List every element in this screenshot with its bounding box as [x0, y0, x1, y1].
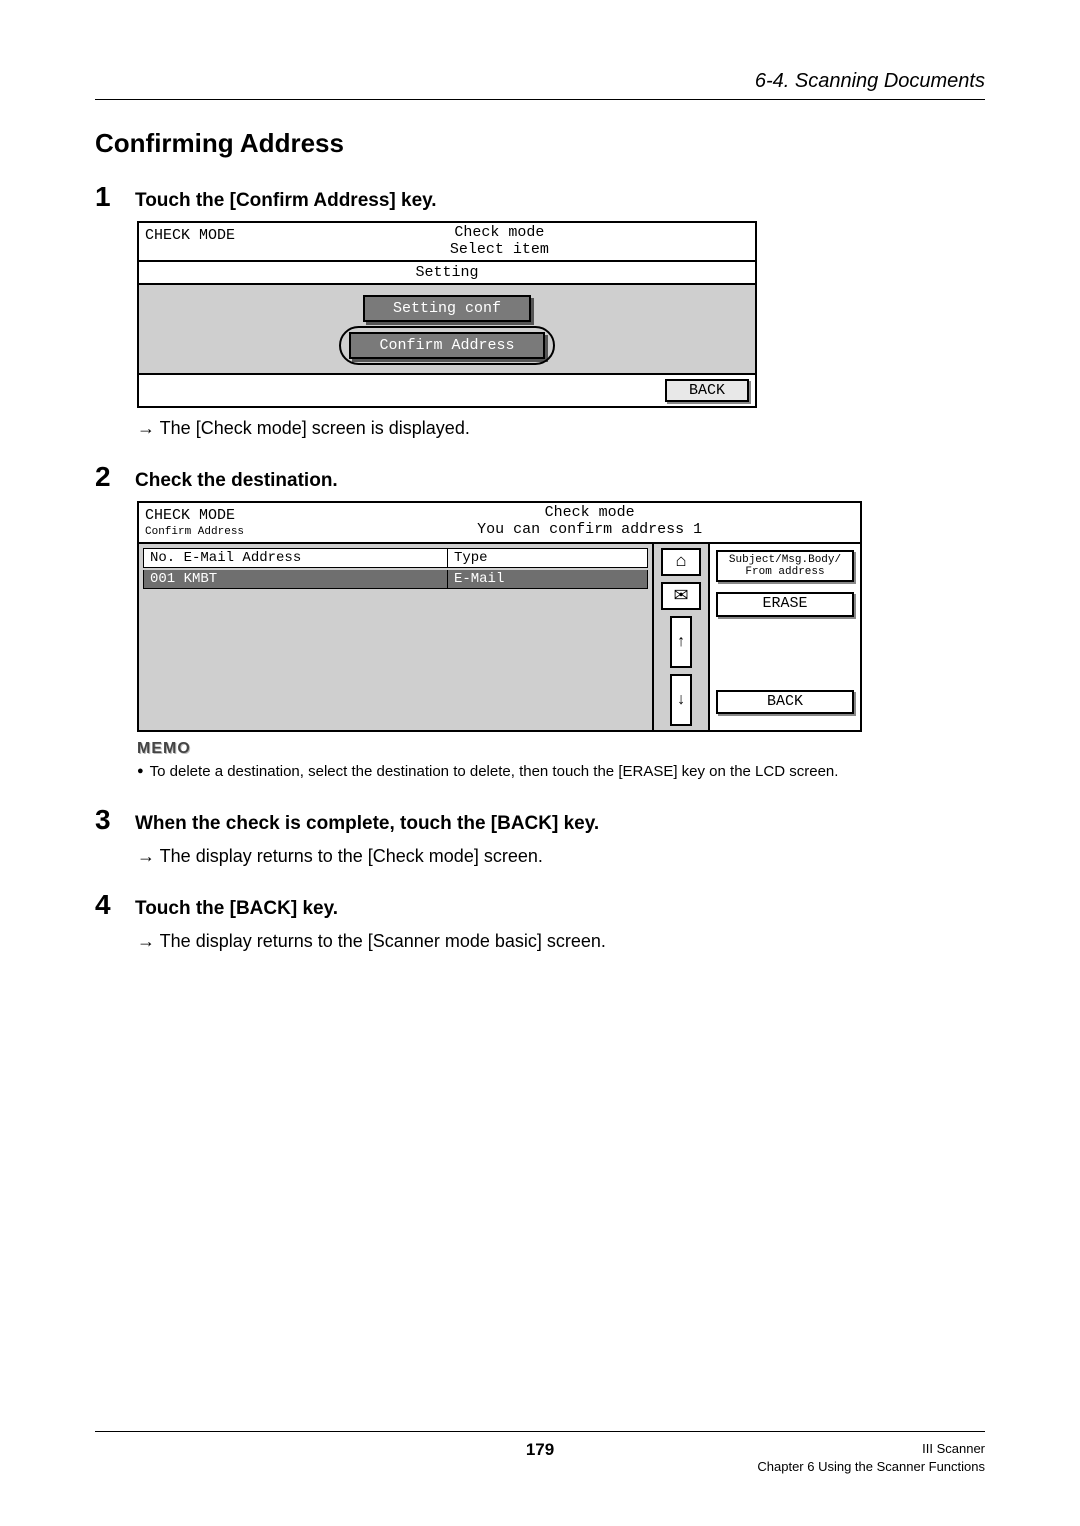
scroll-up-button[interactable]: ↑ [670, 616, 692, 668]
panel2-mode-sub: Confirm Address [145, 526, 385, 538]
setting-conf-button[interactable]: Setting conf [363, 295, 531, 322]
page-number: 179 [392, 1440, 689, 1460]
step-1: 1 Touch the [Confirm Address] key. CHECK… [95, 181, 985, 439]
panel1-header-line1: Check mode [454, 224, 544, 241]
panel1-header: CHECK MODE Check mode Select item [139, 223, 755, 262]
panel2-mode-label: CHECK MODE [145, 507, 235, 524]
page-footer: 179 III Scanner Chapter 6 Using the Scan… [95, 1431, 985, 1476]
step-2-text: Check the destination. [135, 470, 338, 492]
step-4-number: 4 [95, 889, 121, 921]
step-2-number: 2 [95, 461, 121, 493]
panel1-body: Setting Setting conf Confirm Address [139, 262, 755, 373]
scroll-down-button[interactable]: ↓ [670, 674, 692, 726]
subject-body-from-button[interactable]: Subject/Msg.Body/ From address [716, 550, 854, 582]
panel2-row-type: E-Mail [448, 570, 648, 589]
footer-right-1: III Scanner [922, 1441, 985, 1456]
step-3: 3 When the check is complete, touch the … [95, 804, 985, 867]
panel1-mode-label: CHECK MODE [139, 223, 355, 260]
step-1-number: 1 [95, 181, 121, 213]
erase-button[interactable]: ERASE [716, 592, 854, 617]
panel1-back-button[interactable]: BACK [665, 379, 749, 402]
lcd-panel-confirm-address: CHECK MODE Confirm Address Check mode Yo… [137, 501, 862, 732]
panel2-header-line2: You can confirm address 1 [477, 521, 702, 538]
page-title: Confirming Address [95, 128, 985, 159]
lcd-panel-check-mode: CHECK MODE Check mode Select item Settin… [137, 221, 757, 408]
panel2-row-addr: 001 KMBT [143, 570, 448, 589]
panel2-header: CHECK MODE Confirm Address Check mode Yo… [139, 503, 860, 544]
panel2-col-type: Type [448, 549, 647, 567]
step-4-result: → The display returns to the [Scanner mo… [137, 931, 985, 952]
footer-right-2: Chapter 6 Using the Scanner Functions [757, 1459, 985, 1474]
step-3-text: When the check is complete, touch the [B… [135, 813, 599, 835]
step-2: 2 Check the destination. CHECK MODE Conf… [95, 461, 985, 782]
panel1-header-line2: Select item [450, 241, 549, 258]
panel2-address-list: No. E-Mail Address Type 001 KMBT E-Mail [139, 544, 654, 730]
step-3-result: → The display returns to the [Check mode… [137, 846, 985, 867]
home-icon[interactable]: ⌂ [661, 548, 701, 576]
step-4: 4 Touch the [BACK] key. → The display re… [95, 889, 985, 952]
panel1-setting-label: Setting [139, 262, 755, 285]
panel2-col-address: No. E-Mail Address [144, 549, 448, 567]
panel1-header-text: Check mode Select item [355, 223, 645, 260]
section-path: 6-4. Scanning Documents [95, 70, 985, 100]
panel2-header-line1: Check mode [545, 504, 635, 521]
step-1-result: → The [Check mode] screen is displayed. [137, 418, 985, 439]
panel2-scroll-column: ⌂ ✉ ↑ ↓ [654, 544, 710, 730]
memo-label: MEMO [137, 740, 985, 758]
memo-block: MEMO To delete a destination, select the… [137, 740, 985, 782]
mail-icon[interactable]: ✉ [661, 582, 701, 610]
panel2-back-button[interactable]: BACK [716, 690, 854, 715]
panel2-header-text: Check mode You can confirm address 1 [391, 503, 788, 542]
confirm-address-button[interactable]: Confirm Address [349, 332, 544, 359]
step-1-text: Touch the [Confirm Address] key. [135, 190, 437, 212]
step-4-text: Touch the [BACK] key. [135, 898, 338, 920]
step-3-number: 3 [95, 804, 121, 836]
memo-text: To delete a destination, select the dest… [137, 762, 985, 782]
table-row[interactable]: 001 KMBT E-Mail [143, 570, 648, 589]
